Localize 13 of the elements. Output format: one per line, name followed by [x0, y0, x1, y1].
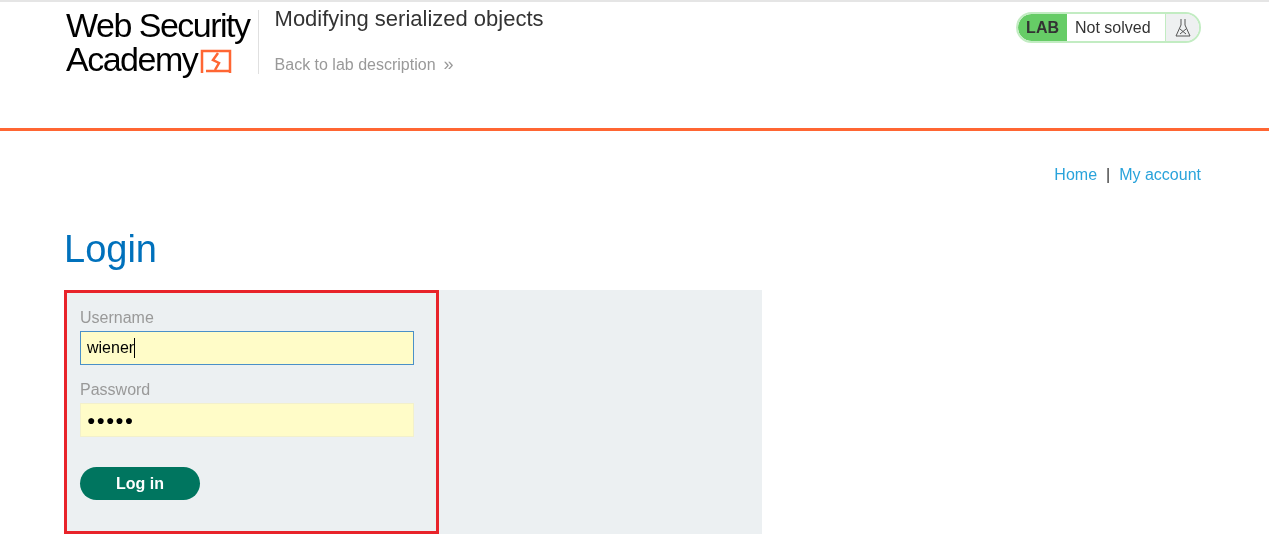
page-heading: Login: [64, 229, 158, 269]
back-link[interactable]: Back to lab description »: [274, 51, 544, 78]
lab-badge: LAB: [1018, 14, 1067, 41]
field-label: Username: [80, 309, 155, 327]
login-button[interactable]: Log in: [80, 467, 200, 500]
field-label: Password: [80, 381, 152, 399]
input-field[interactable]: wiener: [80, 331, 414, 365]
input-field[interactable]: ●●●●●: [80, 403, 414, 437]
nav-link[interactable]: Home: [1054, 163, 1098, 187]
flask-icon: [1174, 17, 1191, 38]
nav-link[interactable]: My account: [1119, 163, 1201, 187]
lab-title: Modifying serialized objects: [274, 9, 544, 29]
nav-separator: |: [1106, 165, 1111, 185]
